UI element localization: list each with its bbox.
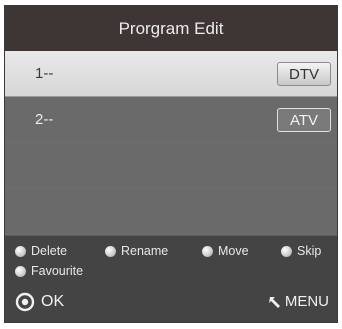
legend-favourite: Favourite (15, 264, 83, 278)
legend-favourite-label: Favourite (31, 264, 84, 278)
menu-label: MENU (284, 293, 329, 310)
program-list: 1-- DTV 2-- ATV (5, 51, 337, 235)
legend-delete-label: Delete (31, 244, 68, 258)
legend-rename-label: Rename (121, 244, 169, 258)
legend-rename: Rename (105, 244, 168, 258)
program-row-empty-3[interactable] (5, 143, 337, 189)
dot-icon (202, 245, 213, 257)
return-arrow-icon (268, 296, 280, 308)
menu-hint: MENU (268, 293, 329, 310)
program-type-badge: DTV (277, 62, 331, 86)
program-type-badge: ATV (277, 108, 331, 132)
program-row-2[interactable]: 2-- ATV (5, 97, 337, 143)
legend-move: Move (202, 244, 249, 258)
ok-hint: OK (15, 292, 64, 312)
key-legend: Delete Rename Move Skip Favourite (5, 236, 337, 284)
footer-bar: OK MENU (5, 284, 337, 322)
legend-skip-label: Skip (297, 244, 322, 258)
legend-skip: Skip (281, 244, 321, 258)
ok-label: OK (41, 293, 65, 310)
program-number: 2-- (35, 111, 54, 128)
dot-icon (281, 245, 292, 257)
legend-move-label: Move (218, 244, 249, 258)
program-row-1[interactable]: 1-- DTV (5, 51, 337, 97)
program-row-empty-4[interactable] (5, 189, 337, 235)
page-title: Prorgram Edit (5, 6, 337, 51)
legend-delete: Delete (15, 244, 67, 258)
program-number: 1-- (35, 65, 54, 82)
dot-icon (15, 245, 26, 257)
dot-icon (15, 265, 26, 277)
ok-circle-icon (15, 292, 35, 312)
program-edit-panel: Prorgram Edit 1-- DTV 2-- ATV Delete Ren… (4, 5, 338, 323)
dot-icon (105, 245, 116, 257)
